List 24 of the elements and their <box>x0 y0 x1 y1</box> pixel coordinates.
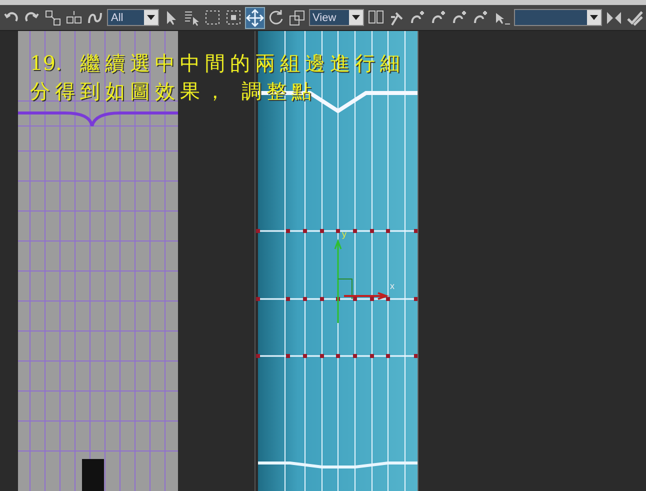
align-icon <box>626 8 644 26</box>
select-by-name-icon <box>182 8 201 26</box>
dropdown[interactable]: View <box>308 9 364 26</box>
pivot-icon <box>366 8 385 26</box>
caret-icon <box>144 10 158 25</box>
caret-icon <box>587 10 601 25</box>
rotate-tool-button[interactable] <box>266 8 285 28</box>
axis-label: y <box>342 229 346 239</box>
named-selection-dropdown[interactable] <box>514 9 602 26</box>
region-icon <box>204 8 222 26</box>
link-tool-button[interactable] <box>44 8 62 28</box>
region-tool-button[interactable] <box>204 8 222 28</box>
scale-icon <box>288 8 306 26</box>
axis-label: x <box>390 281 394 291</box>
dropdown[interactable]: All <box>107 9 159 26</box>
rotate-icon <box>266 8 285 26</box>
link-icon <box>44 8 62 26</box>
move-tool-button[interactable] <box>246 8 264 28</box>
caret-icon <box>348 10 363 25</box>
crossing-tool-button[interactable] <box>224 8 243 28</box>
unlink-icon <box>65 8 83 26</box>
crossing-icon <box>224 8 243 26</box>
scale-tool-button[interactable] <box>288 8 306 28</box>
move-icon <box>246 8 264 26</box>
